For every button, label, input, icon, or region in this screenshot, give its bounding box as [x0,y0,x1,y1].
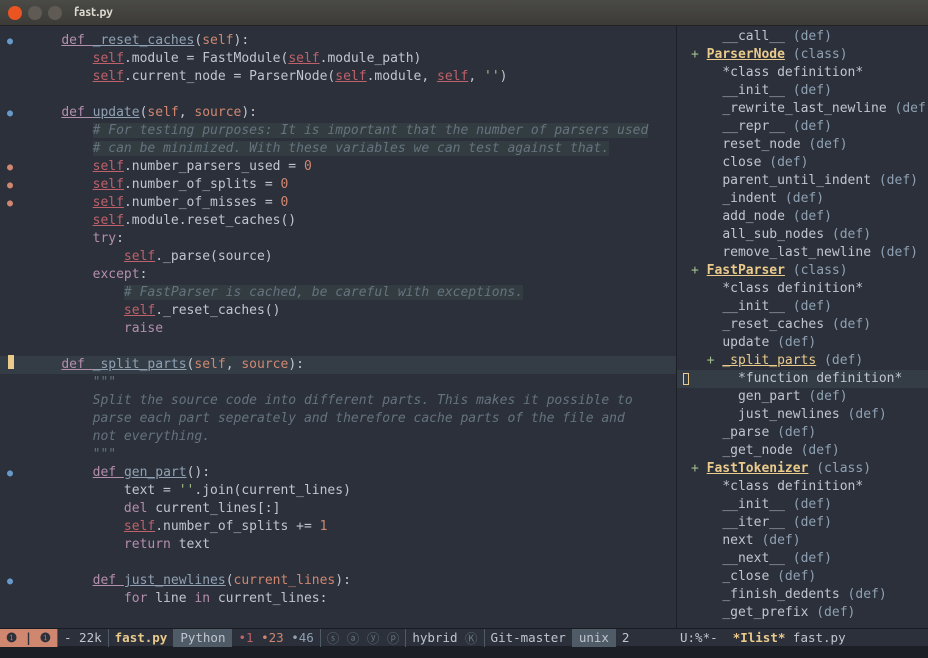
code-line[interactable]: except: [0,266,676,284]
code-line[interactable]: self.module.reset_caches() [0,212,676,230]
outline-item[interactable]: _get_node (def) [677,442,928,460]
outline-item[interactable]: just_newlines (def) [677,406,928,424]
outline-item[interactable]: parent_until_indent (def) [677,172,928,190]
code-line[interactable]: parse each part seperately and therefore… [0,410,676,428]
code-line[interactable]: ● self.number_parsers_used = 0 [0,158,676,176]
code-editor[interactable]: ● def _reset_caches(self): self.module =… [0,26,676,628]
gutter-marker: ● [0,194,20,213]
code-line[interactable]: Split the source code into different par… [0,392,676,410]
outline-item[interactable]: gen_part (def) [677,388,928,406]
code-line[interactable]: self.module = FastModule(self.module_pat… [0,50,676,68]
gutter-marker: ● [0,176,20,195]
outline-item[interactable]: _get_prefix (def) [677,604,928,622]
code-line[interactable]: ● self.number_of_misses = 0 [0,194,676,212]
outline-item[interactable]: *class definition* [677,478,928,496]
code-line[interactable]: text = ''.join(current_lines) [0,482,676,500]
status-bar: ❶ | ❶ - 22k fast.py Python •1 •23 •46 ⓢ … [0,628,928,658]
code-line[interactable]: return text [0,536,676,554]
main-area: ● def _reset_caches(self): self.module =… [0,26,928,628]
outline-class[interactable]: + FastParser (class) [677,262,928,280]
code-line[interactable] [0,554,676,572]
outline-item[interactable]: reset_node (def) [677,136,928,154]
code-line[interactable]: ● def _reset_caches(self): [0,32,676,50]
close-icon[interactable] [8,6,22,20]
minimize-icon[interactable] [28,6,42,20]
code-line[interactable]: """ [0,446,676,464]
code-line[interactable]: def _split_parts(self, source): [0,356,676,374]
code-line[interactable]: not everything. [0,428,676,446]
code-line[interactable]: self.current_node = ParserNode(self.modu… [0,68,676,86]
outline-item[interactable]: __repr__ (def) [677,118,928,136]
status-flags: ⓢ ⓐ ⓨ ⓟ [321,629,407,647]
gutter-marker: ● [0,32,20,51]
gutter-marker: ● [0,104,20,123]
outline-item[interactable]: add_node (def) [677,208,928,226]
window-title: fast.py [74,6,113,19]
outline-item[interactable]: *class definition* [677,64,928,82]
gutter-marker: ● [0,158,20,177]
outline-item[interactable]: _finish_dedents (def) [677,586,928,604]
outline-panel[interactable]: __call__ (def)+ ParserNode (class) *clas… [676,26,928,628]
code-line[interactable]: ● def update(self, source): [0,104,676,122]
gutter-marker [0,355,20,375]
outline-item[interactable]: _indent (def) [677,190,928,208]
titlebar: fast.py [0,0,928,26]
maximize-icon[interactable] [48,6,62,20]
code-line[interactable]: for line in current_lines: [0,590,676,608]
outline-item[interactable]: __init__ (def) [677,496,928,514]
code-line[interactable]: try: [0,230,676,248]
outline-item[interactable]: _close (def) [677,568,928,586]
outline-item[interactable]: __init__ (def) [677,298,928,316]
code-line[interactable]: self._parse(source) [0,248,676,266]
outline-item[interactable]: _parse (def) [677,424,928,442]
status-lint[interactable]: •1 •23 •46 [232,629,320,647]
outline-item[interactable]: __next__ (def) [677,550,928,568]
status-git[interactable]: Git-master [485,629,573,647]
code-line[interactable]: # For testing purposes: It is important … [0,122,676,140]
code-line[interactable]: # FastParser is cached, be careful with … [0,284,676,302]
outline-item[interactable]: *function definition* [677,370,928,388]
code-line[interactable]: ● def gen_part(): [0,464,676,482]
status-indicator: ❶ | ❶ [0,629,58,647]
status-mode[interactable]: Python [174,629,232,647]
outline-class[interactable]: + FastTokenizer (class) [677,460,928,478]
code-line[interactable] [0,338,676,356]
gutter-marker: ● [0,464,20,483]
code-line[interactable]: """ [0,374,676,392]
outline-item[interactable]: + _split_parts (def) [677,352,928,370]
outline-item[interactable]: next (def) [677,532,928,550]
outline-item[interactable]: all_sub_nodes (def) [677,226,928,244]
code-line[interactable]: # can be minimized. With these variables… [0,140,676,158]
outline-class[interactable]: + ParserNode (class) [677,46,928,64]
outline-item[interactable]: __init__ (def) [677,82,928,100]
code-line[interactable]: ● def just_newlines(current_lines): [0,572,676,590]
status-position: 2 [616,629,636,647]
code-line[interactable]: del current_lines[:] [0,500,676,518]
outline-cursor-icon [683,373,689,385]
code-line[interactable]: raise [0,320,676,338]
status-size: - 22k [58,629,109,647]
outline-item[interactable]: *class definition* [677,280,928,298]
status-file[interactable]: fast.py [109,629,175,647]
outline-item[interactable]: __call__ (def) [677,28,928,46]
code-line[interactable]: ● self.number_of_splits = 0 [0,176,676,194]
code-line[interactable]: self._reset_caches() [0,302,676,320]
outline-item[interactable]: update (def) [677,334,928,352]
outline-item[interactable]: remove_last_newline (def) [677,244,928,262]
outline-item[interactable]: close (def) [677,154,928,172]
gutter-marker: ● [0,572,20,591]
status-right: U:%*- *Ilist* fast.py [676,628,928,646]
outline-item[interactable]: __iter__ (def) [677,514,928,532]
outline-item[interactable]: _rewrite_last_newline (def) [677,100,928,118]
code-line[interactable]: self.number_of_splits += 1 [0,518,676,536]
outline-item[interactable]: _reset_caches (def) [677,316,928,334]
status-input[interactable]: hybrid Ⓚ [406,629,484,647]
code-line[interactable] [0,86,676,104]
status-encoding: unix [573,629,616,647]
